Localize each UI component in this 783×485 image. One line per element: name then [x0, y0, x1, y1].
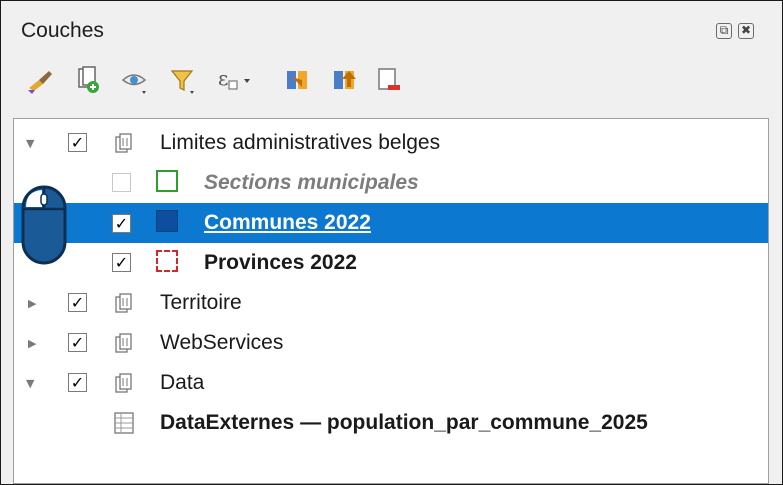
- remove-layer-icon[interactable]: [375, 63, 405, 97]
- tree-row-territoire[interactable]: ▶ ✓ Territoire: [14, 283, 768, 323]
- tree-row-webservices[interactable]: ▶ ✓ WebServices: [14, 323, 768, 363]
- layer-checkbox[interactable]: ✓: [112, 253, 131, 272]
- filter-legend-icon[interactable]: [168, 63, 198, 97]
- polygon-symbol-icon: [156, 170, 178, 192]
- tree-row-data[interactable]: ▼ ✓ Data: [14, 363, 768, 403]
- polygon-symbol-icon: [156, 210, 178, 232]
- tree-row-limites[interactable]: ▼ ✓ Limites administratives belges: [14, 123, 768, 163]
- style-manager-icon[interactable]: [25, 63, 55, 97]
- layer-checkbox[interactable]: ✓: [68, 293, 87, 312]
- layer-label: Limites administratives belges: [160, 131, 441, 154]
- layer-label: DataExternes — population_par_commune_20…: [160, 411, 648, 434]
- layer-checkbox[interactable]: ✓: [112, 214, 131, 233]
- layer-checkbox[interactable]: ✓: [68, 333, 87, 352]
- tree-row-sections[interactable]: Sections municipales: [14, 163, 768, 203]
- table-icon: [114, 411, 134, 435]
- layer-tree[interactable]: ▼ ✓ Limites administratives belges Secti…: [13, 118, 769, 484]
- visibility-icon[interactable]: [120, 63, 150, 97]
- collapse-all-icon[interactable]: [330, 63, 360, 97]
- layers-panel: Couches ⧉ ✖ ε ▼ ✓ Limites administrative…: [0, 0, 783, 485]
- layer-label: Territoire: [160, 291, 242, 314]
- collapse-arrow-icon[interactable]: ▼: [26, 377, 34, 390]
- layer-label: Data: [160, 371, 205, 394]
- layer-label: Communes 2022: [204, 211, 371, 234]
- mouse-icon: [20, 185, 68, 265]
- panel-title: Couches: [21, 19, 104, 42]
- expand-arrow-icon[interactable]: ▶: [28, 297, 36, 310]
- filter-expression-icon[interactable]: ε: [215, 63, 250, 97]
- float-icon[interactable]: ⧉: [716, 23, 732, 39]
- layer-label: Sections municipales: [204, 171, 419, 194]
- layer-label: WebServices: [160, 331, 284, 354]
- expand-arrow-icon[interactable]: ▶: [28, 337, 36, 350]
- group-icon: [114, 131, 134, 155]
- close-icon[interactable]: ✖: [738, 23, 754, 39]
- collapse-arrow-icon[interactable]: ▼: [26, 137, 34, 150]
- group-icon: [114, 371, 134, 395]
- layer-checkbox[interactable]: [112, 173, 131, 192]
- layer-checkbox[interactable]: ✓: [68, 373, 87, 392]
- layer-checkbox[interactable]: ✓: [68, 133, 87, 152]
- group-icon: [114, 291, 134, 315]
- polygon-symbol-icon: [156, 250, 178, 272]
- group-icon: [114, 331, 134, 355]
- tree-row-communes[interactable]: ✓ Communes 2022: [14, 203, 768, 243]
- svg-text:ε: ε: [218, 66, 228, 90]
- expand-all-icon[interactable]: [283, 63, 313, 97]
- add-group-icon[interactable]: [73, 63, 103, 97]
- tree-row-dataexternes[interactable]: DataExternes — population_par_commune_20…: [14, 403, 768, 443]
- tree-row-provinces[interactable]: ✓ Provinces 2022: [14, 243, 768, 283]
- layer-label: Provinces 2022: [204, 251, 357, 274]
